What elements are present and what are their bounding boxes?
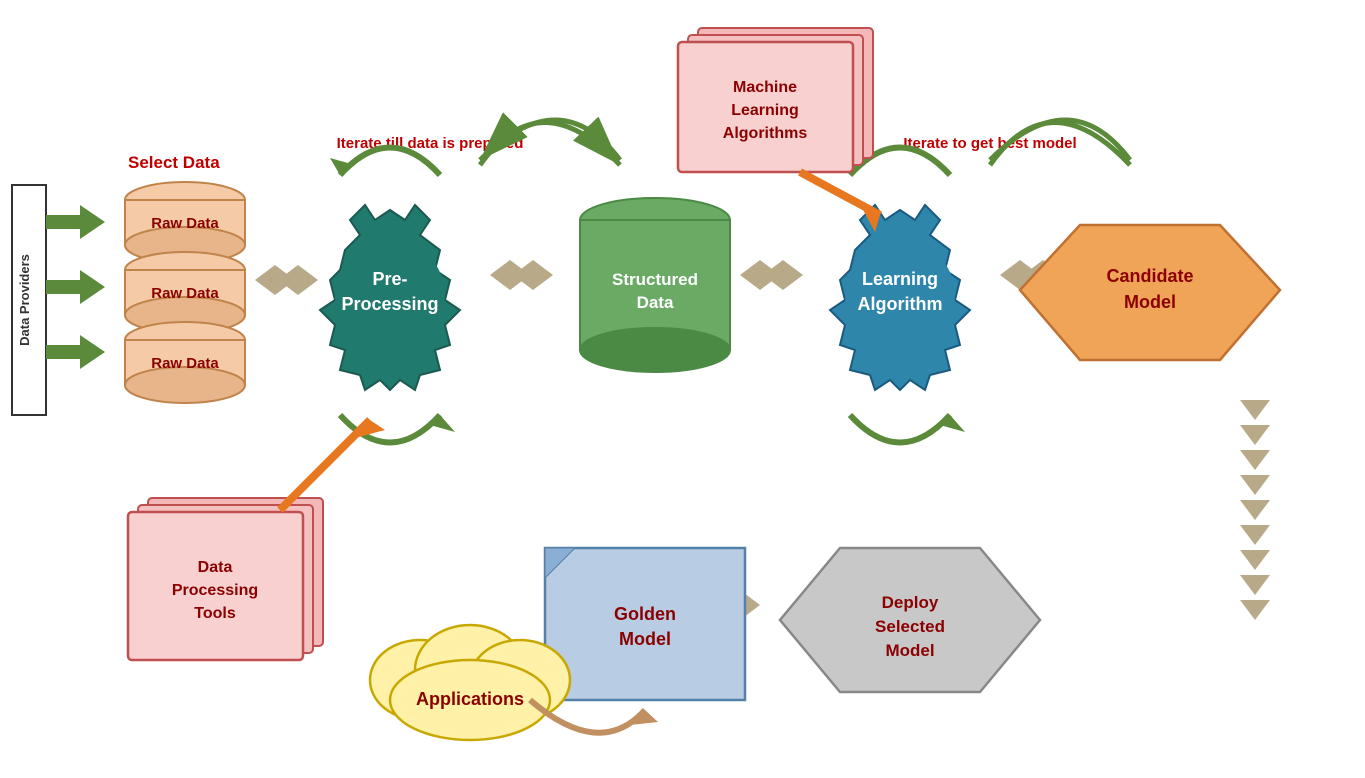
learning-algorithm-gear: Learning Algorithm (830, 205, 970, 390)
main-svg: Data Providers Raw Data Raw Data Raw Dat… (0, 0, 1365, 778)
down-chevron-3 (1240, 450, 1270, 470)
svg-text:Algorithm: Algorithm (858, 294, 943, 314)
applications-label: Applications (416, 689, 524, 709)
chevron-1b (278, 265, 318, 295)
down-chevron-8 (1240, 575, 1270, 595)
green-arrow-1 (46, 205, 105, 239)
pre-processing-gear: Pre- Processing (320, 205, 460, 390)
golden-model-label-1: Golden (614, 604, 676, 624)
data-providers-label: Data Providers (17, 254, 32, 346)
deploy-label-3: Model (885, 641, 934, 660)
candidate-model-label-1: Candidate (1106, 266, 1193, 286)
ml-label-1: Machine (733, 79, 797, 96)
raw-data-label-3: Raw Data (151, 355, 219, 372)
select-data-label: Select Data (128, 153, 220, 172)
down-chevron-4 (1240, 475, 1270, 495)
learn-bottom-arrow (850, 415, 950, 443)
iterate-data-arrow-back (480, 120, 620, 160)
raw-data-cylinder-3-bottom (125, 367, 245, 403)
chevron-2b (513, 260, 553, 290)
svg-text:Processing: Processing (341, 294, 438, 314)
chevron-3b (763, 260, 803, 290)
orange-arrow-tools (280, 420, 370, 510)
iterate-model-label: Iterate to get best model (903, 135, 1076, 152)
down-chevron-2 (1240, 425, 1270, 445)
structured-data-label-1: Structured (612, 270, 698, 289)
green-arrow-3 (46, 335, 105, 369)
down-chevron-6 (1240, 525, 1270, 545)
down-chevron-1 (1240, 400, 1270, 420)
applications-cloud: Applications (370, 625, 570, 740)
down-chevron-5 (1240, 500, 1270, 520)
ml-label-2: Learning (731, 102, 799, 119)
raw-data-label-1: Raw Data (151, 215, 219, 232)
tools-label-1: Data (198, 559, 233, 576)
deploy-label-2: Selected (875, 617, 945, 636)
tools-label-2: Processing (172, 582, 258, 599)
svg-text:Pre-: Pre- (372, 269, 407, 289)
structured-data-bottom (580, 328, 730, 372)
diagram-canvas: Data Providers Raw Data Raw Data Raw Dat… (0, 0, 1365, 778)
deploy-label-1: Deploy (882, 593, 939, 612)
golden-model-body (545, 548, 745, 700)
down-chevron-9 (1240, 600, 1270, 620)
golden-model-label-2: Model (619, 629, 671, 649)
ml-label-3: Algorithms (723, 125, 808, 142)
candidate-model-label-2: Model (1124, 292, 1176, 312)
orange-arrow-ml (800, 172, 880, 215)
tools-label-3: Tools (194, 605, 236, 622)
structured-data-label-2: Data (637, 293, 674, 312)
raw-data-label-2: Raw Data (151, 285, 219, 302)
svg-text:Learning: Learning (862, 269, 938, 289)
down-chevron-7 (1240, 550, 1270, 570)
green-arrow-2 (46, 270, 105, 304)
